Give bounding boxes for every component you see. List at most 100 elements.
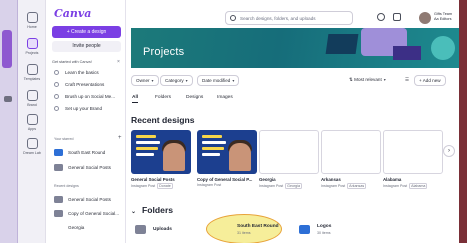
design-card[interactable]: General Social Posts Instagram Post Donat… — [131, 130, 191, 189]
sidebar-panel: Canva + Create a design Invite people Ge… — [46, 0, 126, 243]
chevron-down-icon: ▾ — [151, 78, 154, 83]
design-card[interactable]: Georgia Instagram Post Georgia — [259, 130, 319, 189]
rail-item-templates[interactable]: Templates — [18, 64, 46, 88]
folder-item[interactable]: Logos 30 items — [299, 222, 359, 240]
rail-label-apps: Apps — [27, 127, 37, 131]
design-card-name: Alabama — [383, 177, 402, 182]
design-thumbnail — [54, 196, 63, 204]
owner-filter-label: Owner — [136, 78, 150, 83]
folder-name: Uploads — [153, 227, 172, 232]
recent-design-item[interactable]: General Social Posts — [54, 194, 111, 205]
home-icon — [26, 12, 38, 23]
design-card[interactable]: Copy of General Social P... Instagram Po… — [197, 130, 257, 187]
list-view-icon[interactable]: ☰ — [401, 75, 413, 86]
step-circle-icon — [54, 82, 59, 88]
design-thumbnail — [54, 210, 63, 218]
add-starred-button[interactable]: + — [118, 135, 122, 141]
settings-icon[interactable] — [377, 13, 385, 21]
design-thumbnail — [54, 164, 63, 172]
rail-item-dream-lab[interactable]: Dream Lab — [18, 138, 46, 162]
app-window: Home Projects Templates Brand Apps Dream… — [0, 0, 467, 243]
background-window-edge — [459, 0, 467, 243]
rail-label-templates: Templates — [23, 77, 41, 81]
tab-designs[interactable]: Designs — [186, 95, 203, 100]
recent-design-label: Georgia — [68, 225, 85, 230]
invite-people-button[interactable]: Invite people — [52, 41, 121, 52]
search-icon — [230, 15, 236, 21]
date-filter-label: Date modified — [202, 78, 231, 83]
design-card[interactable]: Alabama Instagram Post Alabama — [383, 130, 443, 189]
design-thumbnail — [259, 130, 319, 174]
recent-design-item[interactable]: Georgia — [54, 222, 84, 233]
close-icon[interactable]: × — [117, 59, 120, 65]
getting-started-item[interactable]: Set up your Brand — [54, 104, 102, 114]
folder-meta: 30 items — [317, 231, 331, 235]
design-thumbnail — [131, 130, 191, 174]
dream-lab-icon — [26, 138, 38, 149]
folder-icon — [299, 225, 310, 234]
canva-logo[interactable]: Canva — [54, 7, 91, 20]
tab-all[interactable]: All — [132, 95, 139, 103]
recent-designs-grid: General Social Posts Instagram Post Donat… — [131, 130, 451, 192]
sort-dropdown[interactable]: ⇅ Most relevant ▾ — [345, 75, 390, 86]
starred-item-label: General Social Posts — [68, 165, 111, 170]
folders-section-toggle[interactable]: ⌄ Folders — [131, 205, 173, 215]
rail-item-brand[interactable]: Brand — [18, 90, 46, 114]
getting-started-label: Craft Presentations — [65, 82, 105, 87]
upload-folder-icon — [135, 225, 146, 234]
chevron-down-icon: ⌄ — [131, 209, 137, 215]
design-card-name: Georgia — [259, 177, 276, 182]
folder-icon — [26, 38, 38, 49]
background-window-edge — [0, 0, 18, 243]
user-menu[interactable]: Gifts Team Aa Editors — [419, 10, 459, 26]
getting-started-label: Brush up on Social Me... — [65, 94, 116, 99]
starred-item[interactable]: General Social Posts — [54, 162, 111, 173]
background-purple-strip — [2, 30, 12, 68]
background-mark — [4, 96, 12, 102]
tab-folders[interactable]: Folders — [155, 95, 171, 100]
recent-designs-title: Recent designs — [131, 115, 195, 125]
design-card-meta: Instagram Post Arkansas — [321, 183, 367, 189]
recent-design-item[interactable]: Copy of General Social... — [54, 208, 119, 219]
getting-started-item[interactable]: Learn the basics — [54, 68, 99, 78]
rail-item-apps[interactable]: Apps — [18, 114, 46, 138]
folder-icon — [54, 149, 63, 157]
getting-started-item[interactable]: Brush up on Social Me... — [54, 92, 115, 102]
design-card-name: Arkansas — [321, 177, 341, 182]
banner-decoration — [325, 34, 359, 54]
banner-decoration — [393, 46, 421, 60]
carousel-next-button[interactable]: › — [443, 145, 455, 157]
folder-name: Logos — [317, 224, 332, 229]
chevron-down-icon: ▾ — [383, 77, 386, 82]
design-card[interactable]: Arkansas Instagram Post Arkansas — [321, 130, 381, 189]
folder-item[interactable]: South East Round 31 items — [219, 222, 279, 240]
banner-decoration — [431, 36, 455, 60]
getting-started-item[interactable]: Craft Presentations — [54, 80, 104, 90]
getting-started-label: Set up your Brand — [65, 106, 103, 111]
create-design-button[interactable]: + Create a design — [52, 26, 121, 38]
category-filter[interactable]: Category ▾ — [160, 75, 193, 86]
category-filter-label: Category — [165, 78, 184, 83]
notifications-icon[interactable] — [393, 13, 401, 21]
owner-filter[interactable]: Owner ▾ — [131, 75, 159, 86]
rail-item-projects[interactable]: Projects — [18, 38, 46, 62]
search-input[interactable]: Search designs, folders, and uploads — [225, 11, 353, 25]
folder-item[interactable]: Uploads — [135, 222, 195, 240]
tab-images[interactable]: Images — [217, 95, 233, 100]
rail-label-brand: Brand — [27, 103, 37, 107]
date-modified-filter[interactable]: Date modified ▾ — [197, 75, 240, 86]
recent-design-label: Copy of General Social... — [68, 211, 120, 216]
rail-item-home[interactable]: Home — [18, 12, 46, 36]
add-new-button[interactable]: + Add new — [414, 75, 446, 86]
design-thumbnail — [197, 130, 257, 174]
starred-item[interactable]: South East Round — [54, 147, 105, 158]
icon-rail: Home Projects Templates Brand Apps Dream… — [18, 0, 46, 243]
rail-label-home: Home — [27, 25, 37, 29]
step-circle-icon — [54, 106, 59, 112]
rail-label-projects: Projects — [25, 51, 39, 55]
chevron-down-icon: ▾ — [185, 78, 188, 83]
design-card-meta: Instagram Post Donate — [131, 183, 173, 189]
avatar — [419, 12, 431, 24]
design-card-meta: Instagram Post — [197, 183, 222, 187]
getting-started-heading: Get started with Canva! — [52, 60, 92, 64]
